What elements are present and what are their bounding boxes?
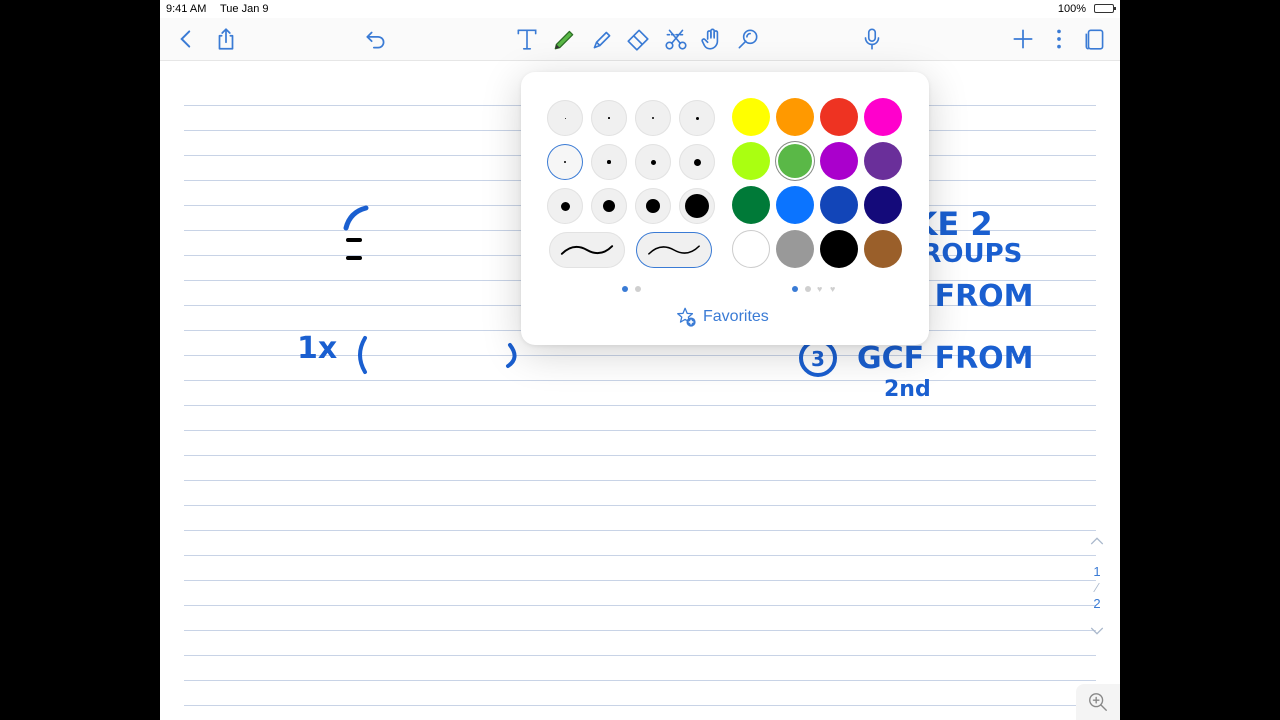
color-swatch[interactable] <box>864 230 902 268</box>
color-swatch[interactable] <box>864 142 902 180</box>
color-swatch[interactable] <box>732 186 770 224</box>
color-swatch[interactable] <box>732 142 770 180</box>
page-separator: ⁄ <box>1095 580 1099 595</box>
favorite-page-heart-icon[interactable]: ♥ <box>830 285 835 294</box>
pages-icon[interactable] <box>1081 25 1109 53</box>
more-icon[interactable] <box>1045 25 1073 53</box>
battery-percent: 100% <box>1057 3 1086 15</box>
pen-size-option[interactable] <box>635 100 671 136</box>
page-current: 1 <box>1093 564 1101 579</box>
color-swatch[interactable] <box>776 230 814 268</box>
color-swatch[interactable] <box>820 230 858 268</box>
color-swatch[interactable] <box>776 186 814 224</box>
color-swatch[interactable] <box>820 142 858 180</box>
shape-tool-icon[interactable] <box>734 25 762 53</box>
favorite-page-heart-icon[interactable]: ♥ <box>817 285 822 294</box>
pen-size-option[interactable] <box>591 188 627 224</box>
toolbar <box>160 18 1120 61</box>
pen-size-option[interactable] <box>635 144 671 180</box>
page-dot[interactable] <box>622 286 628 292</box>
color-swatch[interactable] <box>864 98 902 136</box>
color-swatch[interactable] <box>864 186 902 224</box>
pen-size-option[interactable] <box>591 100 627 136</box>
add-favorite-star-icon <box>677 307 696 327</box>
status-date: Tue Jan 9 <box>220 3 269 15</box>
color-swatch[interactable] <box>820 186 858 224</box>
page-navigator: 1 ⁄ 2 <box>1086 532 1108 648</box>
lasso-scissors-icon[interactable] <box>662 25 690 53</box>
pen-options-popover: ♥ ♥ Favorites <box>521 72 929 345</box>
undo-icon[interactable] <box>362 25 390 53</box>
add-icon[interactable] <box>1009 25 1037 53</box>
app-window: 9:41 AM Tue Jan 9 100% 3 2 GROUPS GCF FR… <box>160 0 1120 720</box>
back-chevron-icon[interactable] <box>172 25 200 53</box>
pen-size-option[interactable] <box>591 144 627 180</box>
eraser-tool-icon[interactable] <box>624 25 652 53</box>
hand-tool-icon[interactable] <box>698 25 726 53</box>
color-swatch[interactable] <box>820 98 858 136</box>
battery-icon <box>1094 4 1116 13</box>
share-icon[interactable] <box>212 25 240 53</box>
status-bar: 9:41 AM Tue Jan 9 100% <box>160 0 1120 18</box>
pen-tool-icon[interactable] <box>550 25 578 53</box>
pen-size-option[interactable] <box>679 144 715 180</box>
microphone-icon[interactable] <box>858 25 886 53</box>
status-time: 9:41 AM <box>166 3 207 15</box>
page-dot[interactable] <box>792 286 798 292</box>
pen-size-option[interactable] <box>635 188 671 224</box>
zoom-button[interactable] <box>1076 684 1120 720</box>
text-tool-icon[interactable] <box>513 25 541 53</box>
favorites-button[interactable]: Favorites <box>675 306 769 328</box>
page-dot[interactable] <box>635 286 641 292</box>
pen-size-option[interactable] <box>679 188 715 224</box>
color-swatch[interactable] <box>776 142 814 180</box>
chevron-up-icon[interactable] <box>1086 532 1108 552</box>
page-total: 2 <box>1093 596 1101 611</box>
stroke-style-smooth[interactable] <box>549 232 625 268</box>
pen-size-option[interactable] <box>547 144 583 180</box>
color-swatch[interactable] <box>776 98 814 136</box>
chevron-down-icon[interactable] <box>1086 622 1108 642</box>
color-swatch[interactable] <box>732 98 770 136</box>
page-dot[interactable] <box>805 286 811 292</box>
pen-size-option[interactable] <box>547 188 583 224</box>
color-swatch[interactable] <box>732 230 770 268</box>
favorites-label: Favorites <box>703 308 769 325</box>
highlighter-tool-icon[interactable] <box>588 25 616 53</box>
stroke-style-pressure[interactable] <box>636 232 712 268</box>
pen-size-option[interactable] <box>547 100 583 136</box>
pen-size-option[interactable] <box>679 100 715 136</box>
zoom-in-icon <box>1089 693 1107 711</box>
